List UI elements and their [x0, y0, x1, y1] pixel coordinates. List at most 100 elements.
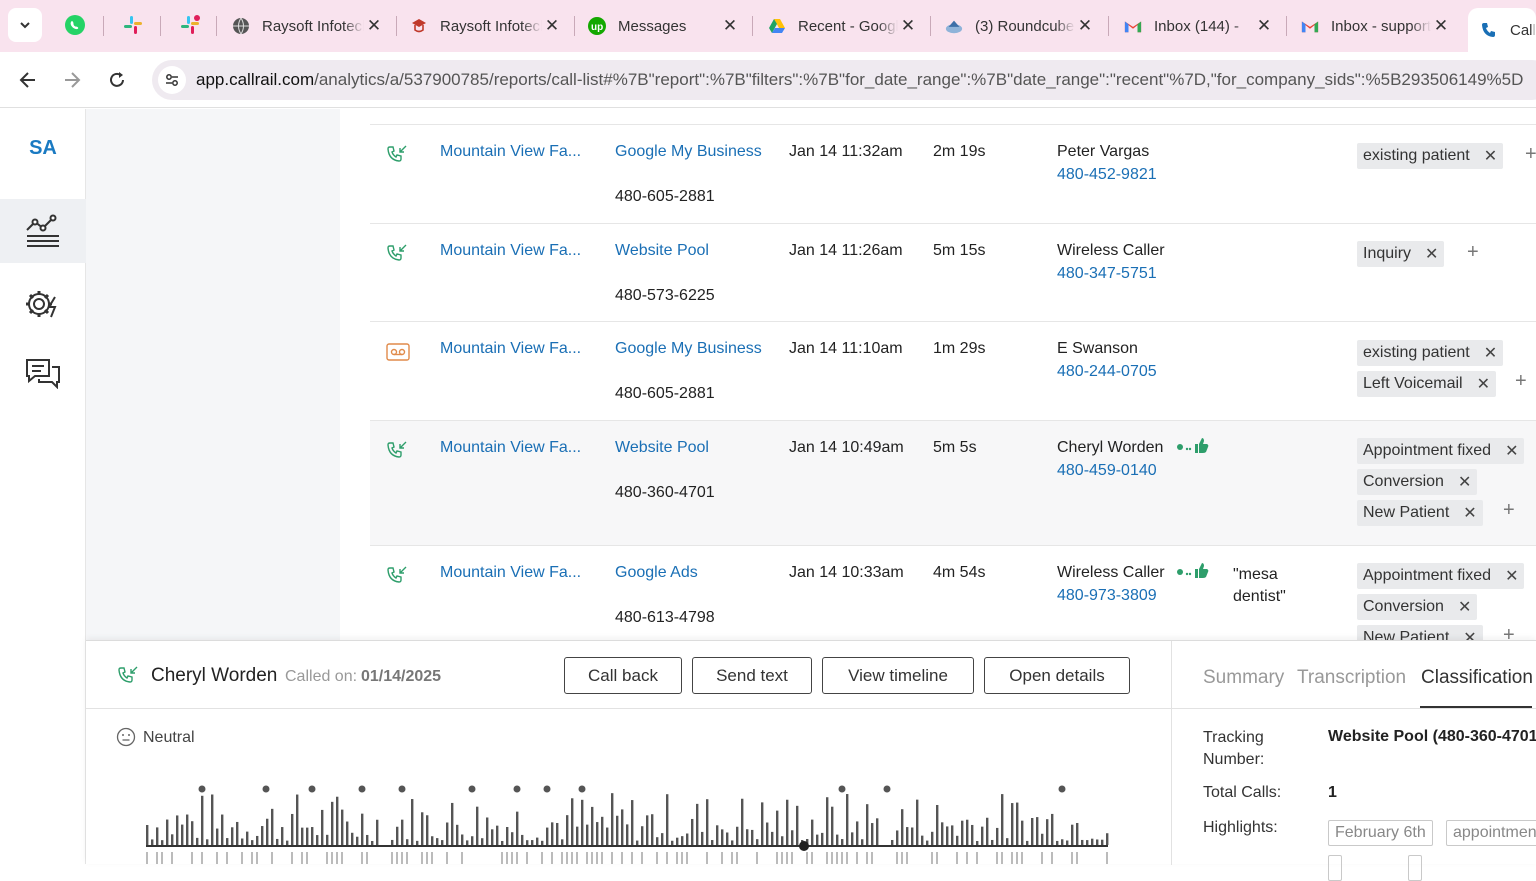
tab-search-button[interactable] — [8, 8, 42, 42]
site-info-icon[interactable] — [158, 66, 186, 94]
tracking-number: 480-605-2881 — [615, 385, 715, 402]
remove-tag-icon[interactable]: ✕ — [1463, 628, 1476, 640]
audio-waveform[interactable] — [142, 781, 1122, 865]
browser-tab[interactable]: up Messages ✕ — [588, 8, 740, 44]
forward-arrow-icon — [65, 72, 81, 88]
remove-tag-icon[interactable]: ✕ — [1425, 244, 1438, 264]
source-link[interactable]: Website Pool — [615, 439, 709, 457]
caller-phone[interactable]: 480-347-5751 — [1057, 265, 1157, 283]
waveform-bar — [171, 834, 174, 845]
browser-tab[interactable]: Inbox - support ✕ — [1301, 8, 1451, 44]
waveform-bar — [786, 799, 789, 845]
browser-tab[interactable]: Raysoft Infotech ✕ — [410, 8, 562, 44]
browser-tab[interactable]: Recent - Google Drive ✕ — [768, 8, 918, 44]
call-detail-drawer: Cheryl Worden Called on: 01/14/2025 Call… — [86, 640, 1536, 881]
company-link[interactable]: Mountain View Fa... — [440, 439, 581, 457]
pinned-tab-slack[interactable] — [118, 10, 148, 40]
remove-tag-icon[interactable]: ✕ — [1477, 374, 1490, 394]
waveform-bar — [546, 827, 549, 845]
view-timeline-button[interactable]: View timeline — [822, 657, 974, 694]
table-row[interactable]: Mountain View Fa... Google Ads 480-613-4… — [370, 546, 1536, 640]
waveform-bar — [871, 823, 874, 845]
address-bar[interactable]: app.callrail.com/analytics/a/537900785/r… — [152, 60, 1536, 100]
table-row[interactable]: Mountain View Fa... Google My Business 4… — [370, 322, 1536, 421]
close-icon[interactable]: ✕ — [364, 16, 384, 36]
waveform-bar-lower — [611, 852, 613, 864]
tab-transcription[interactable]: Transcription — [1297, 667, 1406, 689]
waveform-bar-lower — [1071, 852, 1073, 864]
pinned-tab-slack-2[interactable] — [175, 10, 205, 40]
close-icon[interactable]: ✕ — [542, 16, 562, 36]
caller-phone[interactable]: 480-973-3809 — [1057, 587, 1157, 605]
browser-tab[interactable]: (3) Roundcube ✕ — [945, 8, 1095, 44]
waveform-bar — [1076, 822, 1079, 845]
total-calls-label: Total Calls: — [1203, 784, 1282, 801]
waveform-bar — [481, 838, 484, 845]
highlight-tag[interactable] — [1328, 855, 1342, 881]
browser-tab[interactable]: Inbox (144) - ✕ — [1124, 8, 1274, 44]
table-row[interactable]: Mountain View Fa... Website Pool 480-573… — [370, 224, 1536, 322]
waveform-bar-lower — [551, 852, 553, 864]
tag-label: Conversion — [1363, 598, 1444, 615]
forward-button[interactable] — [56, 64, 88, 96]
caller-phone[interactable]: 480-459-0140 — [1057, 462, 1157, 480]
url-text[interactable]: app.callrail.com/analytics/a/537900785/r… — [196, 70, 1523, 90]
waveform-bar — [996, 827, 999, 845]
source-link[interactable]: Google My Business — [615, 143, 762, 161]
tab-classification[interactable]: Classification — [1421, 667, 1533, 689]
company-link[interactable]: Mountain View Fa... — [440, 242, 581, 260]
sidebar-item-messages[interactable] — [0, 341, 86, 405]
remove-tag-icon[interactable]: ✕ — [1484, 146, 1497, 166]
sidebar-item-analytics[interactable] — [0, 199, 86, 263]
add-tag-icon[interactable]: + — [1515, 370, 1527, 393]
table-row[interactable]: Mountain View Fa... Google My Business 4… — [370, 125, 1536, 224]
waveform-bar — [981, 826, 984, 845]
browser-toolbar: app.callrail.com/analytics/a/537900785/r… — [0, 52, 1536, 108]
open-details-button[interactable]: Open details — [984, 657, 1130, 694]
remove-tag-icon[interactable]: ✕ — [1463, 503, 1476, 523]
company-link[interactable]: Mountain View Fa... — [440, 340, 581, 358]
remove-tag-icon[interactable]: ✕ — [1484, 343, 1497, 363]
remove-tag-icon[interactable]: ✕ — [1505, 566, 1518, 586]
waveform-bar — [796, 805, 799, 845]
svg-text:up: up — [591, 22, 603, 33]
highlight-tag[interactable] — [1408, 855, 1422, 881]
call-back-button[interactable]: Call back — [564, 657, 682, 694]
waveform-bar — [496, 825, 499, 845]
source-link[interactable]: Website Pool — [615, 242, 709, 260]
company-link[interactable]: Mountain View Fa... — [440, 564, 581, 582]
browser-tab[interactable]: Raysoft Infotech ✕ — [232, 8, 384, 44]
remove-tag-icon[interactable]: ✕ — [1458, 472, 1471, 492]
back-button[interactable] — [12, 64, 44, 96]
waveform-bar — [216, 828, 219, 845]
add-tag-icon[interactable]: + — [1503, 499, 1515, 522]
source-link[interactable]: Google My Business — [615, 340, 762, 358]
waveform-bar — [426, 815, 429, 845]
account-initials[interactable]: SA — [0, 137, 86, 160]
remove-tag-icon[interactable]: ✕ — [1458, 597, 1471, 617]
browser-tab-active[interactable]: Call — [1468, 8, 1536, 52]
caller-phone[interactable]: 480-244-0705 — [1057, 363, 1157, 381]
send-text-button[interactable]: Send text — [692, 657, 812, 694]
add-tag-icon[interactable]: + — [1467, 241, 1479, 264]
close-icon[interactable]: ✕ — [1431, 16, 1451, 36]
call-date: Jan 14 11:10am — [789, 340, 903, 357]
source-link[interactable]: Google Ads — [615, 564, 698, 582]
close-icon[interactable]: ✕ — [720, 16, 740, 36]
sidebar-item-settings[interactable] — [0, 272, 86, 336]
remove-tag-icon[interactable]: ✕ — [1505, 441, 1518, 461]
close-icon[interactable]: ✕ — [1254, 16, 1274, 36]
highlight-tag[interactable]: appointment — [1446, 820, 1536, 846]
tab-summary[interactable]: Summary — [1203, 667, 1284, 689]
add-tag-icon[interactable]: + — [1525, 143, 1536, 166]
caller-phone[interactable]: 480-452-9821 — [1057, 166, 1157, 184]
highlight-tag[interactable]: February 6th — [1328, 820, 1433, 846]
pinned-tab-whatsapp[interactable] — [60, 10, 90, 40]
company-link[interactable]: Mountain View Fa... — [440, 143, 581, 161]
add-tag-icon[interactable]: + — [1503, 624, 1515, 640]
close-icon[interactable]: ✕ — [898, 16, 918, 36]
close-icon[interactable]: ✕ — [1075, 16, 1095, 36]
waveform-bar-lower — [596, 852, 598, 864]
reload-button[interactable] — [101, 64, 133, 96]
table-row-selected[interactable]: Mountain View Fa... Website Pool 480-360… — [370, 421, 1536, 546]
